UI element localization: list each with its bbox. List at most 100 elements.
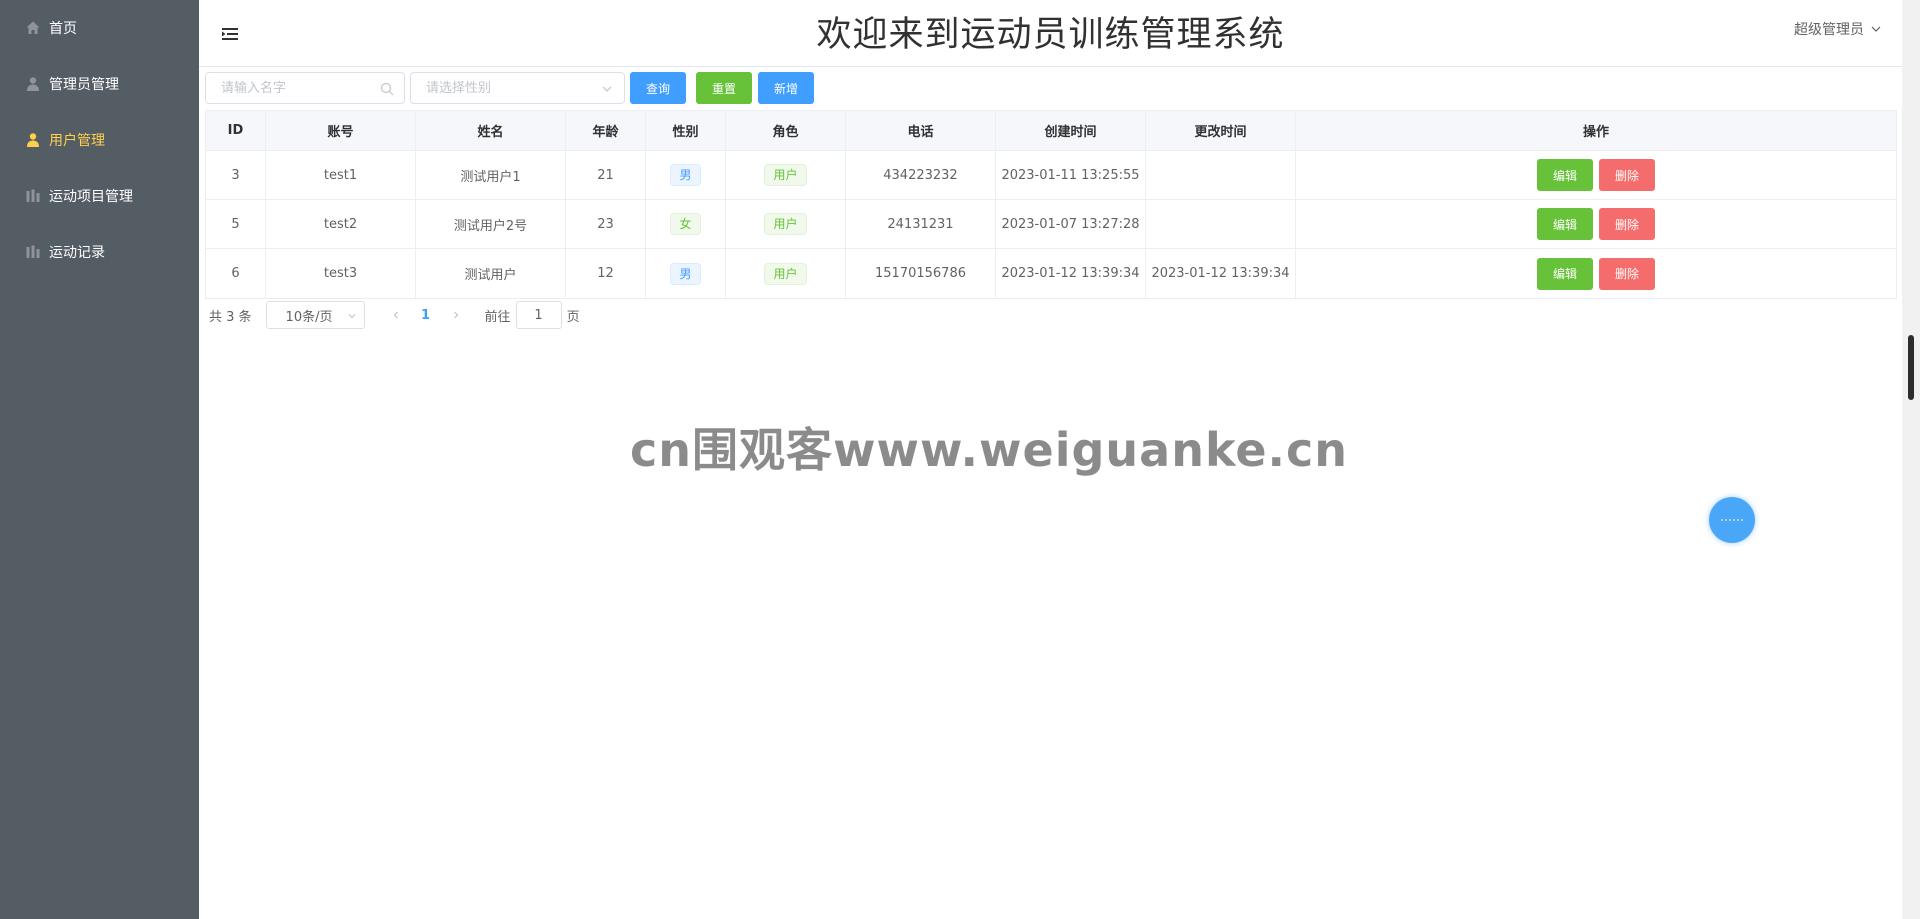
sidebar-item-label: 用户管理	[49, 133, 105, 149]
cell-name: 测试用户1	[416, 151, 566, 199]
add-button[interactable]: 新增	[758, 72, 814, 104]
cell-role: 用户	[726, 151, 846, 199]
cell-created: 2023-01-11 13:25:55	[996, 151, 1146, 199]
header: 欢迎来到运动员训练管理系统 超级管理员	[199, 0, 1902, 67]
cell-phone: 24131231	[846, 200, 996, 248]
table-row: 5 test2 测试用户2号 23 女 用户 24131231 2023-01-…	[206, 200, 1896, 249]
user-name: 超级管理员	[1794, 22, 1864, 38]
goto-page-input[interactable]	[516, 306, 561, 324]
prev-page-button[interactable]	[381, 301, 411, 329]
table-row: 6 test3 测试用户 12 男 用户 15170156786 2023-01…	[206, 249, 1896, 298]
cell-created: 2023-01-12 13:39:34	[996, 249, 1146, 298]
goto-page-field	[515, 301, 562, 329]
cell-account: test3	[266, 249, 416, 298]
cell-gender: 男	[646, 249, 726, 298]
cell-created: 2023-01-07 13:27:28	[996, 200, 1146, 248]
gender-select[interactable]	[410, 72, 625, 104]
cell-name: 测试用户2号	[416, 200, 566, 248]
page-size-value: 10条/页	[285, 309, 333, 325]
cell-updated: 2023-01-12 13:39:34	[1146, 249, 1296, 298]
delete-button[interactable]: 删除	[1599, 208, 1655, 240]
pagination: 共 3 条 10条/页 1 前往 页	[209, 300, 580, 330]
cell-account: test2	[266, 200, 416, 248]
cell-id: 6	[206, 249, 266, 298]
sidebar-item-sport-records[interactable]: 运动记录	[0, 224, 199, 280]
chart-icon	[26, 189, 40, 202]
name-search-input[interactable]	[206, 73, 404, 103]
gender-tag: 男	[670, 164, 701, 186]
dots-icon	[1721, 519, 1743, 521]
user-dropdown[interactable]: 超级管理员	[1794, 19, 1882, 39]
page-number[interactable]: 1	[411, 301, 441, 329]
cell-age: 12	[566, 249, 646, 298]
cell-phone: 15170156786	[846, 249, 996, 298]
cell-id: 5	[206, 200, 266, 248]
column-header: ID	[206, 111, 266, 150]
page-scrollbar[interactable]	[1902, 0, 1920, 919]
pagination-total: 共 3 条	[209, 309, 252, 325]
column-header: 操作	[1582, 125, 1609, 140]
gender-tag: 女	[670, 213, 701, 235]
gender-select-input[interactable]	[411, 73, 624, 103]
cell-name: 测试用户	[416, 249, 566, 298]
cell-gender: 女	[646, 200, 726, 248]
user-icon	[27, 133, 39, 147]
cell-age: 23	[566, 200, 646, 248]
sidebar-item-admin-management[interactable]: 管理员管理	[0, 56, 199, 112]
edit-button[interactable]: 编辑	[1537, 208, 1593, 240]
column-header: 年龄	[566, 111, 646, 150]
goto-suffix: 页	[566, 309, 580, 325]
floating-assistant-button[interactable]	[1709, 497, 1755, 543]
cell-actions: 编辑 删除	[1296, 249, 1896, 298]
column-header: 更改时间	[1146, 111, 1296, 150]
role-tag: 用户	[764, 262, 807, 285]
watermark: cn围观客www.weiguanke.cn	[630, 423, 1349, 477]
column-header: 姓名	[416, 111, 566, 150]
scrollbar-thumb[interactable]	[1908, 335, 1914, 400]
user-table: ID 账号 姓名 年龄 性别 角色 电话 创建时间 更改时间 操作 3 test…	[205, 110, 1897, 299]
column-header: 账号	[266, 111, 416, 150]
chevron-down-icon	[602, 86, 612, 92]
role-tag: 用户	[764, 164, 807, 186]
home-icon	[26, 21, 40, 34]
sidebar-item-sport-management[interactable]: 运动项目管理	[0, 168, 199, 224]
sidebar-item-user-management[interactable]: 用户管理	[0, 112, 199, 168]
delete-button[interactable]: 删除	[1599, 159, 1655, 191]
cell-updated	[1146, 151, 1296, 199]
edit-button[interactable]: 编辑	[1537, 159, 1593, 191]
chart-icon	[26, 245, 40, 258]
next-page-button[interactable]	[441, 301, 471, 329]
query-button[interactable]: 查询	[630, 72, 686, 104]
sidebar-item-home[interactable]: 首页	[0, 0, 199, 56]
column-header: 创建时间	[996, 111, 1146, 150]
cell-account: test1	[266, 151, 416, 199]
sidebar-item-label: 运动项目管理	[49, 189, 133, 205]
role-tag: 用户	[764, 213, 807, 235]
cell-actions: 编辑 删除	[1296, 200, 1896, 248]
gender-tag: 男	[670, 262, 701, 285]
cell-phone: 434223232	[846, 151, 996, 199]
chevron-down-icon	[1871, 26, 1881, 32]
cell-role: 用户	[726, 249, 846, 298]
chevron-right-icon	[453, 311, 458, 319]
sidebar: 首页 管理员管理 用户管理 运动项目管理 运动记录	[0, 0, 199, 919]
cell-actions: 编辑 删除	[1296, 151, 1896, 199]
name-search-field	[205, 72, 405, 104]
column-header: 角色	[726, 111, 846, 150]
sidebar-item-label: 运动记录	[49, 245, 105, 261]
search-icon	[380, 82, 394, 96]
sidebar-item-label: 管理员管理	[49, 77, 119, 93]
column-header: 电话	[846, 111, 996, 150]
cell-id: 3	[206, 151, 266, 199]
column-header: 性别	[646, 111, 726, 150]
cell-gender: 男	[646, 151, 726, 199]
page-size-select[interactable]: 10条/页	[265, 301, 365, 329]
table-header: ID 账号 姓名 年龄 性别 角色 电话 创建时间 更改时间 操作	[206, 111, 1896, 151]
goto-prefix: 前往	[484, 309, 511, 325]
user-icon	[27, 77, 39, 91]
table-row: 3 test1 测试用户1 21 男 用户 434223232 2023-01-…	[206, 151, 1896, 200]
reset-button[interactable]: 重置	[696, 72, 752, 104]
chevron-down-icon	[348, 314, 355, 319]
delete-button[interactable]: 删除	[1599, 257, 1655, 290]
edit-button[interactable]: 编辑	[1537, 257, 1593, 290]
